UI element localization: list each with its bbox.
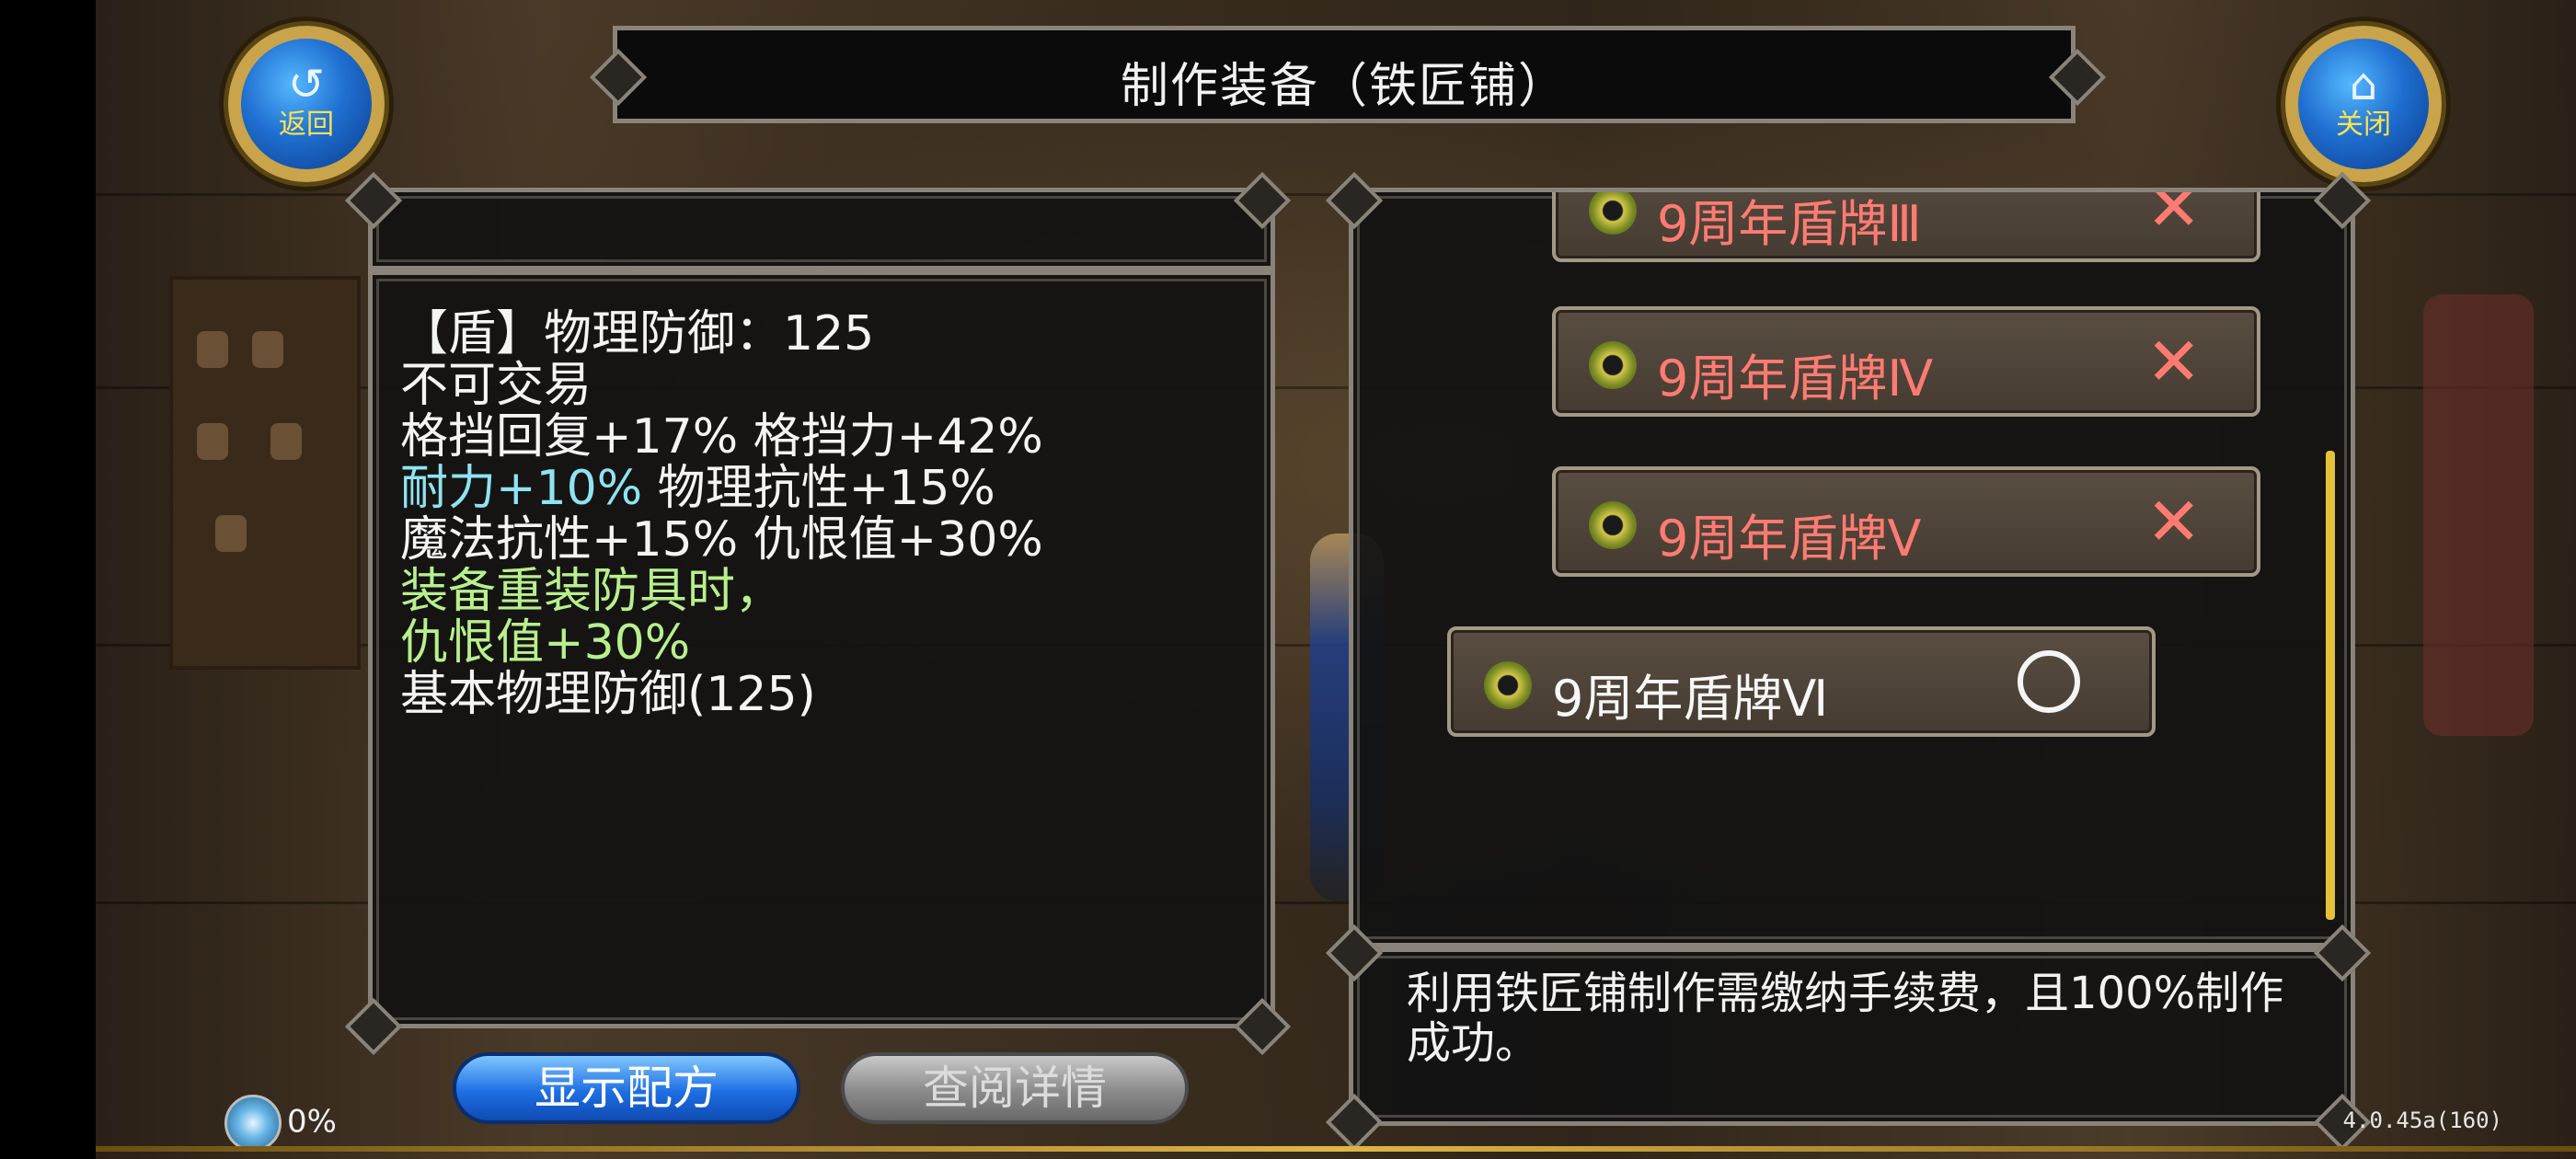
recipe-list-scrollbar[interactable] [2326,451,2335,920]
recipe-item-selected[interactable]: 9周年盾牌Ⅵ [1447,626,2156,737]
close-button-label: 关闭 [2336,109,2391,141]
unavailable-x-icon: ✕ [2145,483,2202,560]
progress-indicator: 0% [224,1095,337,1152]
recipe-item[interactable]: 9周年盾牌Ⅲ ✕ [1552,188,2260,262]
recipe-name: 9周年盾牌Ⅲ [1657,195,1922,253]
back-arrow-icon: ↺ [287,59,326,110]
title-bar: 制作装备（铁匠铺） [613,26,2076,123]
available-circle-icon [2018,650,2080,713]
recipe-list-panel[interactable]: 9周年盾牌Ⅲ ✕ 9周年盾牌Ⅳ ✕ 9周年盾牌Ⅴ ✕ 9周年盾牌Ⅵ [1349,188,2355,947]
close-button[interactable]: ⌂ 关闭 [2285,26,2442,182]
unavailable-x-icon: ✕ [2145,323,2202,400]
back-button-label: 返回 [279,109,334,141]
stat-line-stamina-resist: 耐力+10% 物理抗性+15% [400,463,1043,514]
version-label: 4.0.45a(160) [2342,1107,2502,1133]
unavailable-x-icon: ✕ [2145,188,2202,246]
item-stats: 【盾】物理防御：125 不可交易 格挡回复+17% 格挡力+42% 耐力+10%… [400,308,1043,720]
stat-line-base-defense: 基本物理防御(125) [400,667,816,722]
page-title: 制作装备（铁匠铺） [1120,59,1568,114]
shield-gem-icon [1484,661,1532,709]
shield-gem-icon [1589,501,1637,549]
recipe-item[interactable]: 9周年盾牌Ⅴ ✕ [1552,466,2260,577]
stat-physical-resist: 物理抗性+15% [642,461,995,516]
home-icon: ⌂ [2349,59,2378,110]
item-header-panel [368,188,1275,270]
shield-gem-icon [1589,341,1637,389]
stat-line-defense: 【盾】物理防御：125 [400,306,875,361]
bottom-divider [96,1146,2576,1152]
recipe-item[interactable]: 9周年盾牌Ⅳ ✕ [1552,306,2260,417]
stat-line-tradable: 不可交易 [400,358,592,413]
recipe-name: 9周年盾牌Ⅳ [1657,350,1934,407]
stat-stamina: 耐力+10% [400,461,643,516]
stat-line-set-aggro: 仇恨值+30% [400,615,691,671]
recipe-name: 9周年盾牌Ⅵ [1552,670,1829,728]
back-button[interactable]: ↺ 返回 [228,26,385,182]
recipe-name: 9周年盾牌Ⅴ [1657,510,1922,568]
stat-line-magic-aggro: 魔法抗性+15% 仇恨值+30% [400,512,1043,568]
progress-value: 0% [287,1103,337,1141]
orb-icon [224,1095,282,1152]
stat-line-block: 格挡回复+17% 格挡力+42% [400,409,1043,465]
item-info-panel: 【盾】物理防御：125 不可交易 格挡回复+17% 格挡力+42% 耐力+10%… [368,270,1275,1028]
show-recipe-button[interactable]: 显示配方 [453,1052,800,1124]
stat-line-set-bonus: 装备重装防具时， [400,564,784,619]
description-panel: 利用铁匠铺制作需缴纳手续费，且100%制作成功。 [1349,947,2355,1126]
shield-gem-icon [1589,192,1637,235]
crafting-description: 利用铁匠铺制作需缴纳手续费，且100%制作成功。 [1407,968,2284,1069]
view-details-button[interactable]: 查阅详情 [841,1052,1189,1124]
